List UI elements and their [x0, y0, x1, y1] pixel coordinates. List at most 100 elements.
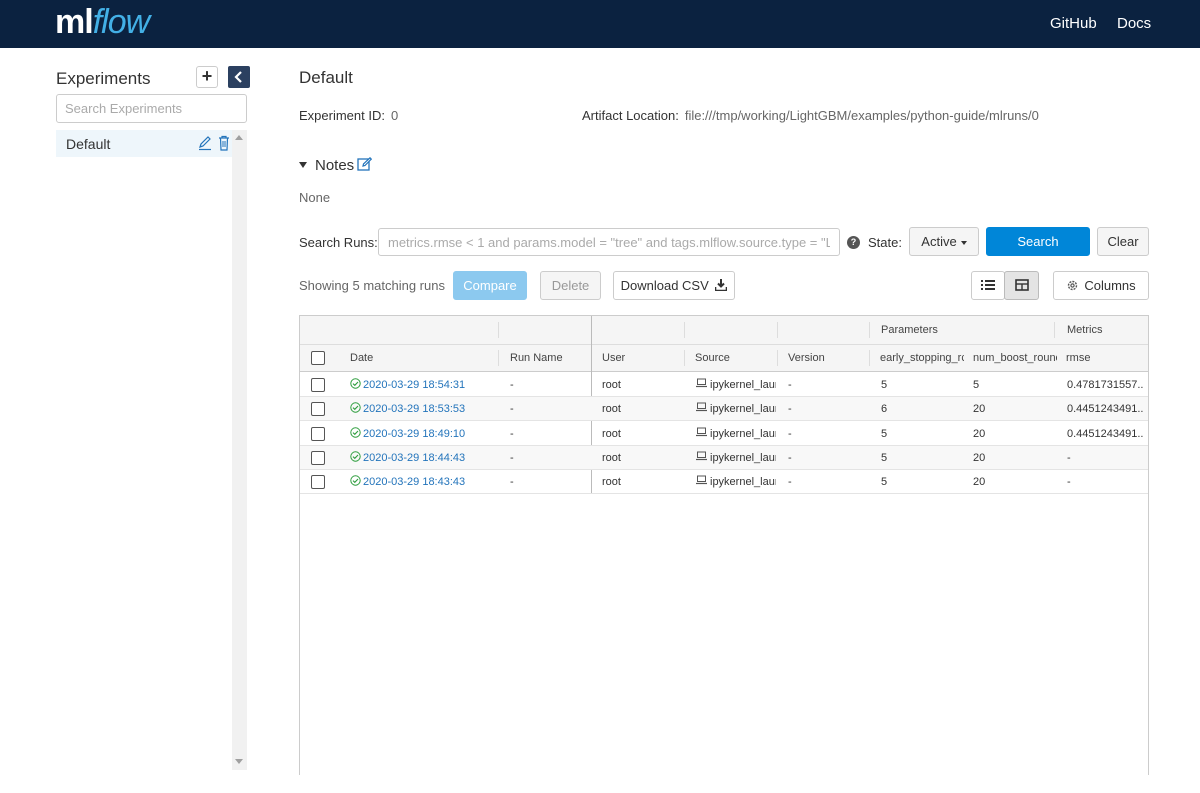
- table-row[interactable]: 2020-03-29 18:54:31- root ipykernel_laun -5…: [300, 373, 1148, 397]
- num-boost-round-cell: 20: [973, 428, 986, 440]
- early-stopping-cell: 6: [881, 403, 888, 415]
- caret-down-icon: [299, 162, 307, 169]
- compare-button[interactable]: Compare: [453, 271, 527, 300]
- experiment-item-label: Default: [66, 136, 111, 152]
- column-header-date[interactable]: Date: [350, 352, 373, 364]
- download-csv-button[interactable]: Download CSV: [613, 271, 735, 300]
- notes-content: None: [299, 190, 331, 205]
- experiments-title: Experiments: [56, 69, 151, 88]
- run-name-cell: -: [510, 403, 514, 415]
- caret-down-icon: [960, 240, 967, 245]
- run-name-cell: -: [510, 428, 514, 440]
- column-header-version[interactable]: Version: [788, 352, 825, 364]
- experiment-item-default[interactable]: Default: [56, 130, 232, 157]
- source-cell[interactable]: ipykernel_laun: [710, 403, 776, 415]
- experiment-id-value: 0: [390, 108, 399, 123]
- github-link[interactable]: GitHub: [1050, 15, 1097, 32]
- columns-button[interactable]: Columns: [1053, 271, 1149, 300]
- source-cell[interactable]: ipykernel_laun: [710, 476, 776, 488]
- row-checkbox[interactable]: [311, 475, 325, 489]
- list-view-button[interactable]: [971, 271, 1005, 300]
- source-cell[interactable]: ipykernel_laun: [710, 452, 776, 464]
- check-circle-icon: [350, 427, 361, 438]
- table-header: Parameters Metrics Date Run Name User So…: [300, 316, 1148, 372]
- rmse-cell: -: [1067, 452, 1071, 464]
- artifact-location-value: file:///tmp/working/LightGBM/examples/py…: [684, 108, 1039, 123]
- check-circle-icon: [350, 378, 361, 389]
- row-checkbox[interactable]: [311, 427, 325, 441]
- source-cell[interactable]: ipykernel_laun: [710, 379, 776, 391]
- search-experiments-input[interactable]: [56, 94, 247, 123]
- matching-runs-count: Showing 5 matching runs: [299, 278, 445, 293]
- list-view-icon: [981, 280, 995, 290]
- scroll-down-arrow-icon[interactable]: [235, 759, 243, 764]
- runs-table: Parameters Metrics Date Run Name User So…: [299, 315, 1149, 775]
- column-header-source[interactable]: Source: [695, 352, 730, 364]
- artifact-location: Artifact Location: file:///tmp/working/Li…: [582, 108, 1039, 123]
- rmse-cell: -: [1067, 476, 1071, 488]
- laptop-icon: [696, 451, 707, 461]
- experiments-sidebar: Experiments + Default: [0, 48, 270, 793]
- run-date-link[interactable]: 2020-03-29 18:44:43: [363, 452, 465, 464]
- table-row[interactable]: 2020-03-29 18:43:43- root ipykernel_laun -5…: [300, 470, 1148, 494]
- add-experiment-button[interactable]: +: [196, 66, 218, 88]
- run-date-link[interactable]: 2020-03-29 18:54:31: [363, 379, 465, 391]
- laptop-icon: [696, 427, 707, 437]
- mlflow-logo[interactable]: mlflow: [55, 2, 150, 42]
- early-stopping-cell: 5: [881, 428, 888, 440]
- column-header-num-boost-round[interactable]: num_boost_rounc: [973, 352, 1057, 364]
- question-circle-icon[interactable]: ?: [847, 236, 860, 249]
- collapse-sidebar-button[interactable]: [228, 66, 250, 88]
- grid-view-button[interactable]: [1004, 271, 1039, 300]
- search-button[interactable]: Search: [986, 227, 1090, 256]
- search-runs-input[interactable]: [378, 228, 840, 256]
- scroll-up-arrow-icon[interactable]: [235, 135, 243, 140]
- user-cell: root: [602, 379, 621, 391]
- trash-icon[interactable]: [218, 135, 230, 151]
- rmse-cell: 0.4781731557...: [1067, 379, 1143, 391]
- artifact-location-label: Artifact Location:: [582, 108, 679, 123]
- row-checkbox[interactable]: [311, 378, 325, 392]
- version-cell: -: [788, 379, 792, 391]
- select-all-checkbox[interactable]: [311, 351, 325, 365]
- rmse-cell: 0.4451243491...: [1067, 403, 1143, 415]
- clear-button[interactable]: Clear: [1097, 227, 1149, 256]
- experiment-title: Default: [299, 68, 353, 87]
- column-header-run-name[interactable]: Run Name: [510, 352, 563, 364]
- state-dropdown[interactable]: Active: [909, 227, 979, 256]
- run-date-link[interactable]: 2020-03-29 18:49:10: [363, 428, 465, 440]
- header-separator: [684, 322, 685, 338]
- source-cell[interactable]: ipykernel_laun: [710, 428, 776, 440]
- user-cell: root: [602, 428, 621, 440]
- version-cell: -: [788, 428, 792, 440]
- pencil-icon[interactable]: [198, 135, 212, 151]
- table-row[interactable]: 2020-03-29 18:44:43- root ipykernel_laun -5…: [300, 446, 1148, 470]
- row-checkbox[interactable]: [311, 451, 325, 465]
- docs-link[interactable]: Docs: [1117, 15, 1151, 32]
- experiment-list: Default: [56, 130, 232, 770]
- run-name-cell: -: [510, 452, 514, 464]
- delete-button[interactable]: Delete: [540, 271, 601, 300]
- row-checkbox[interactable]: [311, 402, 325, 416]
- column-header-rmse[interactable]: rmse: [1066, 352, 1090, 364]
- version-cell: -: [788, 403, 792, 415]
- edit-notes-icon[interactable]: [357, 157, 372, 172]
- state-label: State:: [868, 235, 902, 250]
- experiment-list-scrollbar[interactable]: [232, 130, 247, 770]
- column-header-early-stopping[interactable]: early_stopping_rc: [880, 352, 964, 364]
- column-header-user[interactable]: User: [602, 352, 625, 364]
- metrics-group-header: Metrics: [1067, 324, 1103, 336]
- num-boost-round-cell: 20: [973, 476, 986, 488]
- user-cell: root: [602, 476, 621, 488]
- check-circle-icon: [350, 451, 361, 462]
- table-row[interactable]: 2020-03-29 18:49:10- root ipykernel_laun -5…: [300, 422, 1148, 446]
- experiment-id: Experiment ID: 0: [299, 108, 398, 123]
- columns-label: Columns: [1084, 278, 1136, 293]
- chevron-left-icon: [234, 71, 242, 83]
- run-date-link[interactable]: 2020-03-29 18:43:43: [363, 476, 465, 488]
- table-row[interactable]: 2020-03-29 18:53:53- root ipykernel_laun -6…: [300, 397, 1148, 421]
- run-date-link[interactable]: 2020-03-29 18:53:53: [363, 403, 465, 415]
- laptop-icon: [696, 378, 707, 388]
- notes-toggle[interactable]: Notes: [299, 157, 354, 174]
- version-cell: -: [788, 452, 792, 464]
